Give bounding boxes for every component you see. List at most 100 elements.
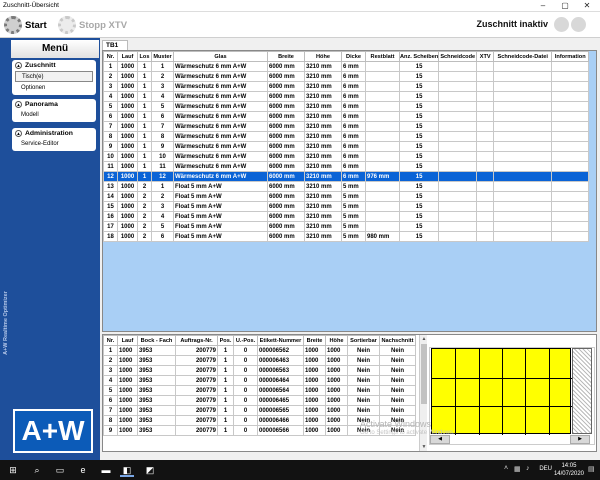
- table-row[interactable]: 5 1000 3953 200779 1 0 000006564 1000 1000 Nein Ne…: [103, 385, 416, 396]
- table-cell: 000006463: [257, 355, 304, 366]
- table-cell: 6 mm: [341, 161, 366, 172]
- table-row[interactable]: 3 1000 3953 200779 1 0 000006563 1000 1000 Nein Ne…: [103, 365, 416, 376]
- table-cell: 1000: [117, 121, 138, 132]
- column-header[interactable]: Pos.: [217, 335, 234, 346]
- table-row[interactable]: 10 1000 1 10 Wärmeschutz 6 mm A+W 6000 mm 3210…: [103, 151, 590, 162]
- window-title: Zuschnitt-Übersicht: [3, 2, 59, 9]
- column-header[interactable]: Höhe: [325, 335, 348, 346]
- table-cell: 12: [151, 171, 174, 182]
- clock[interactable]: 14:05 14/07/2020: [554, 462, 584, 478]
- table-cell: 6: [151, 111, 174, 122]
- close-icon[interactable]: ✕: [576, 0, 598, 12]
- column-header[interactable]: Etikett-Nummer: [257, 335, 304, 346]
- table-row[interactable]: 6 1000 1 6 Wärmeschutz 6 mm A+W 6000 mm 3210 m…: [103, 111, 590, 122]
- language-indicator[interactable]: DEU: [539, 466, 552, 472]
- column-header[interactable]: Breite: [303, 335, 326, 346]
- minimize-icon[interactable]: –: [532, 0, 554, 12]
- table-cell: [551, 101, 590, 112]
- table-row[interactable]: 2 1000 1 2 Wärmeschutz 6 mm A+W 6000 mm 3210 m…: [103, 71, 590, 82]
- table-row[interactable]: 7 1000 3953 200779 1 0 000006565 1000 1000 Nein Ne…: [103, 405, 416, 416]
- column-header[interactable]: Lauf: [117, 335, 138, 346]
- column-header[interactable]: Sortierbar: [347, 335, 380, 346]
- table-cell: [476, 61, 495, 72]
- table-cell: 2: [137, 221, 152, 232]
- menu-section-header[interactable]: ▲ Administration: [12, 128, 96, 139]
- windows-start-icon[interactable]: ⊞: [6, 463, 20, 477]
- scroll-down-icon[interactable]: ▼: [420, 443, 428, 451]
- viewer-prev-button[interactable]: ◀: [430, 435, 450, 444]
- column-header[interactable]: Anz. Scheiben: [398, 51, 440, 62]
- table-row[interactable]: 6 1000 3953 200779 1 0 000006465 1000 1000 Nein Ne…: [103, 395, 416, 406]
- column-header[interactable]: Auftrags-Nr.: [175, 335, 218, 346]
- scrollbar-thumb[interactable]: [421, 344, 427, 404]
- edge-icon[interactable]: e: [76, 463, 90, 477]
- table-row[interactable]: 11 1000 1 11 Wärmeschutz 6 mm A+W 6000 mm 3210…: [103, 161, 590, 172]
- network-icon[interactable]: ▦: [514, 465, 521, 473]
- column-header[interactable]: Breite: [267, 51, 305, 62]
- column-header[interactable]: Restblatt: [365, 51, 400, 62]
- glass-sheet[interactable]: [431, 348, 572, 435]
- table-cell: [551, 131, 590, 142]
- table-row[interactable]: 1 1000 1 1 Wärmeschutz 6 mm A+W 6000 mm 3210 m…: [103, 61, 590, 72]
- column-header[interactable]: Nr.: [103, 335, 118, 346]
- table-row[interactable]: 16 1000 2 4 Float 5 mm A+W 6000 mm 3210 mm 5 mm…: [103, 211, 590, 222]
- column-header[interactable]: Information: [551, 51, 590, 62]
- table-row[interactable]: 13 1000 2 1 Float 5 mm A+W 6000 mm 3210 mm 5 mm…: [103, 181, 590, 192]
- table-cell: 000006466: [257, 415, 304, 426]
- aw-app-icon-2[interactable]: ◩: [143, 463, 157, 477]
- task-view-icon[interactable]: ▭: [53, 463, 67, 477]
- scroll-up-icon[interactable]: ▲: [420, 335, 428, 343]
- table-cell: 15: [398, 151, 440, 162]
- sidebar-item-tische[interactable]: Tisch(e): [15, 71, 93, 82]
- column-header[interactable]: XTV: [476, 51, 495, 62]
- stop-xtv-button[interactable]: Stopp XTV: [58, 15, 127, 35]
- aw-app-icon[interactable]: ◧: [120, 463, 134, 477]
- column-header[interactable]: Höhe: [304, 51, 342, 62]
- column-header[interactable]: Lauf: [117, 51, 138, 62]
- tab-tb1[interactable]: TB1: [102, 40, 128, 50]
- sidebar-item-modell[interactable]: Modell: [15, 110, 93, 121]
- column-header[interactable]: Nr.: [103, 51, 118, 62]
- table-cell: 6 mm: [341, 111, 366, 122]
- start-label: Start: [25, 19, 47, 31]
- viewer-next-button[interactable]: ▶: [570, 435, 590, 444]
- table-row[interactable]: 3 1000 1 3 Wärmeschutz 6 mm A+W 6000 mm 3210 m…: [103, 81, 590, 92]
- table-row[interactable]: 8 1000 1 8 Wärmeschutz 6 mm A+W 6000 mm 3210 m…: [103, 131, 590, 142]
- table-row[interactable]: 12 1000 1 12 Wärmeschutz 6 mm A+W 6000 mm 3210…: [103, 171, 590, 182]
- column-header[interactable]: Schneidcode-Datei: [493, 51, 553, 62]
- table-row[interactable]: 9 1000 1 9 Wärmeschutz 6 mm A+W 6000 mm 3210 m…: [103, 141, 590, 152]
- table-row[interactable]: 14 1000 2 2 Float 5 mm A+W 6000 mm 3210 mm 5 mm…: [103, 191, 590, 202]
- column-header[interactable]: Muster: [151, 51, 174, 62]
- table-row[interactable]: 1 1000 3953 200779 1 0 000006562 1000 1000 Nein Ne…: [103, 345, 416, 356]
- sidebar-item-optionen[interactable]: Optionen: [15, 83, 93, 94]
- table-row[interactable]: 17 1000 2 5 Float 5 mm A+W 6000 mm 3210 mm 5 mm…: [103, 221, 590, 232]
- tray-chevron-icon[interactable]: ˄: [504, 465, 508, 472]
- maximize-icon[interactable]: ▢: [554, 0, 576, 12]
- table-row[interactable]: 4 1000 1 4 Wärmeschutz 6 mm A+W 6000 mm 3210 m…: [103, 91, 590, 102]
- table-cell: 7: [103, 121, 118, 132]
- file-explorer-icon[interactable]: ▬: [99, 463, 113, 477]
- column-header[interactable]: Los: [137, 51, 152, 62]
- table-cell: 6000 mm: [267, 121, 305, 132]
- table-cell: 5: [151, 101, 174, 112]
- volume-icon[interactable]: ♪: [526, 465, 530, 472]
- menu-section-header[interactable]: ▲ Panorama: [12, 99, 96, 110]
- activate-windows-subtext: Go to Settings to activate Windows.: [360, 430, 455, 436]
- column-header[interactable]: U.-Pos.: [233, 335, 258, 346]
- notifications-icon[interactable]: ▤: [588, 465, 595, 473]
- table-row[interactable]: 18 1000 2 6 Float 5 mm A+W 6000 mm 3210 mm 5 mm…: [103, 231, 590, 242]
- start-button[interactable]: Start: [4, 15, 47, 35]
- menu-section-header[interactable]: ▲ Zuschnitt: [12, 60, 96, 71]
- column-header[interactable]: Bock - Fach: [137, 335, 176, 346]
- column-header[interactable]: Nachschnitt: [379, 335, 416, 346]
- column-header[interactable]: Glas: [173, 51, 268, 62]
- table-row[interactable]: 7 1000 1 7 Wärmeschutz 6 mm A+W 6000 mm 3210 m…: [103, 121, 590, 132]
- table-row[interactable]: 4 1000 3953 200779 1 0 000006464 1000 1000 Nein Ne…: [103, 375, 416, 386]
- sidebar-item-service-editor[interactable]: Service-Editor: [15, 139, 93, 150]
- table-row[interactable]: 2 1000 3953 200779 1 0 000006463 1000 1000 Nein Ne…: [103, 355, 416, 366]
- column-header[interactable]: Dicke: [341, 51, 366, 62]
- search-icon[interactable]: ⌕: [30, 463, 44, 477]
- table-row[interactable]: 5 1000 1 5 Wärmeschutz 6 mm A+W 6000 mm 3210 m…: [103, 101, 590, 112]
- table-row[interactable]: 15 1000 2 3 Float 5 mm A+W 6000 mm 3210 mm 5 mm…: [103, 201, 590, 212]
- column-header[interactable]: Schneidcode: [438, 51, 478, 62]
